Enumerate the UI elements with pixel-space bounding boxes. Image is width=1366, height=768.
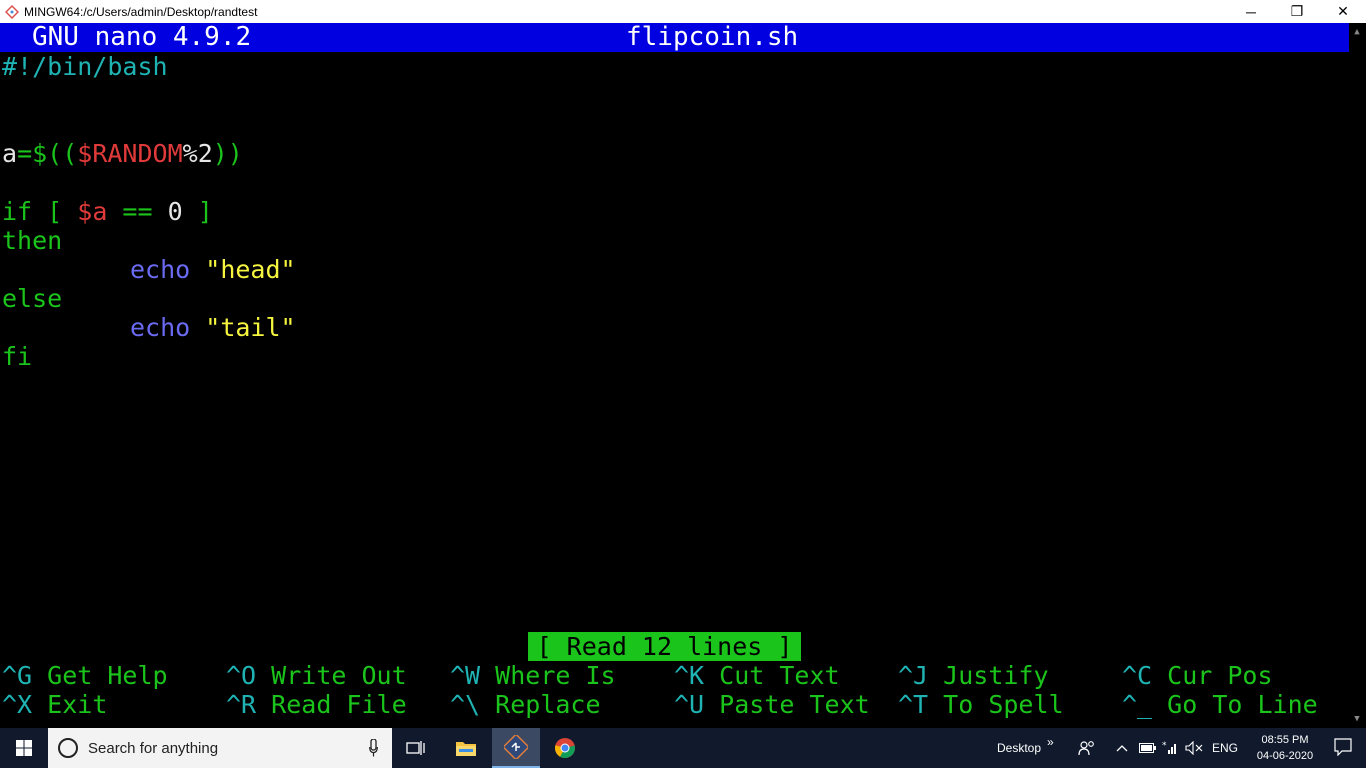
code-line: fi (2, 342, 33, 371)
code-token: a (2, 139, 18, 168)
shortcut-key: ^R (226, 690, 257, 719)
chrome-icon[interactable] (541, 728, 589, 768)
shortcut-label: Paste Text (719, 690, 870, 719)
file-explorer-icon[interactable] (442, 728, 490, 768)
shortcut-key: ^K (674, 661, 705, 690)
battery-icon[interactable] (1139, 728, 1157, 768)
shortcut-key: ^U (674, 690, 705, 719)
code-token: "tail" (205, 313, 296, 342)
shortcut-key: ^C (1122, 661, 1153, 690)
code-line: #!/bin/bash (2, 52, 168, 81)
shortcut-label: Replace (495, 690, 601, 719)
shortcut-to-spell[interactable]: ^T To Spell (898, 690, 1064, 719)
windows-logo-icon (16, 740, 32, 756)
code-line: else (2, 284, 63, 313)
shortcut-label: Write Out (271, 661, 407, 690)
people-icon[interactable] (1078, 728, 1096, 768)
shortcut-justify[interactable]: ^J Justify (898, 661, 1049, 690)
close-button[interactable]: ✕ (1320, 0, 1366, 23)
scroll-down-icon[interactable]: ▼ (1352, 714, 1362, 724)
code-line: echo "tail" (2, 313, 296, 342)
scroll-up-icon[interactable]: ▲ (1352, 27, 1362, 37)
shortcut-go-to-line[interactable]: ^_ Go To Line (1122, 690, 1318, 719)
scrollbar[interactable]: ▲ ▼ (1349, 23, 1366, 728)
minimize-button[interactable]: ─ (1228, 0, 1274, 23)
shortcut-cut-text[interactable]: ^K Cut Text (674, 661, 840, 690)
shortcut-label: To Spell (943, 690, 1064, 719)
code-token: echo (130, 255, 191, 284)
shortcut-read-file[interactable]: ^R Read File (226, 690, 407, 719)
shortcut-label: Cut Text (719, 661, 840, 690)
desktop-toolbar[interactable]: Desktop » (997, 728, 1054, 768)
code-line: if [ $a == 0 ] (2, 197, 213, 226)
system-clock[interactable]: 08:55 PM 04-06-2020 (1250, 732, 1320, 764)
nano-header: GNU nano 4.9.2 flipcoin.sh (0, 23, 1349, 52)
shortcut-key: ^G (2, 661, 33, 690)
shortcut-label: Read File (271, 690, 407, 719)
shortcut-label: Cur Pos (1167, 661, 1273, 690)
language-indicator[interactable]: ENG (1212, 728, 1238, 768)
task-view-icon[interactable] (392, 728, 440, 768)
code-token: $RANDOM (77, 139, 183, 168)
code-token: $a (77, 197, 108, 226)
shortcut-key: ^X (2, 690, 33, 719)
shortcut-exit[interactable]: ^X Exit (2, 690, 107, 719)
git-bash-icon (4, 4, 20, 20)
shortcut-key: ^O (226, 661, 257, 690)
clock-time: 08:55 PM (1261, 734, 1309, 746)
shortcut-where-is[interactable]: ^W Where Is (450, 661, 616, 690)
code-token: "head" (205, 255, 296, 284)
volume-muted-icon[interactable] (1185, 728, 1203, 768)
shortcut-key: ^_ (1122, 690, 1153, 719)
shortcut-label: Get Help (47, 661, 168, 690)
code-token: == (107, 197, 168, 226)
code-token: ] (182, 197, 213, 226)
code-token: %2 (182, 139, 213, 168)
code-token: if [ (2, 197, 78, 226)
shortcut-write-out[interactable]: ^O Write Out (226, 661, 407, 690)
code-line: then (2, 226, 63, 255)
search-placeholder: Search for anything (88, 739, 219, 757)
shortcut-key: ^J (898, 661, 929, 690)
code-token: echo (130, 313, 191, 342)
file-name: flipcoin.sh (626, 22, 799, 52)
shortcut-key: ^W (450, 661, 481, 690)
network-icon[interactable]: * (1162, 728, 1178, 768)
cortana-icon (58, 738, 78, 758)
git-bash-taskbar-icon[interactable] (492, 728, 540, 768)
code-token: )) (212, 139, 243, 168)
windows-start-button[interactable] (0, 728, 48, 768)
clock-date: 04-06-2020 (1256, 750, 1314, 762)
taskbar: Search for anything Desktop » * ENG 08:5… (0, 728, 1366, 768)
desktop-label: Desktop (997, 741, 1042, 755)
status-message: [ Read 12 lines ] (528, 632, 801, 661)
terminal[interactable]: GNU nano 4.9.2 flipcoin.sh #!/bin/bash a… (0, 23, 1366, 728)
microphone-icon[interactable] (369, 739, 378, 757)
shortcut-label: Go To Line (1167, 690, 1318, 719)
maximize-button[interactable]: ❐ (1274, 0, 1320, 23)
shortcut-replace[interactable]: ^\ Replace (450, 690, 601, 719)
shortcut-label: Exit (47, 690, 108, 719)
code-line: a=$(($RANDOM%2)) (2, 139, 243, 168)
code-token: 0 (167, 197, 183, 226)
shortcut-get-help[interactable]: ^G Get Help (2, 661, 168, 690)
window-title: MINGW64:/c/Users/admin/Desktop/randtest (24, 4, 258, 19)
shortcut-label: Where Is (495, 661, 616, 690)
taskbar-search-box[interactable]: Search for anything (48, 728, 392, 768)
chevron-up-icon[interactable] (1116, 728, 1128, 768)
svg-text:*: * (1162, 741, 1167, 751)
shortcut-label: Justify (943, 661, 1049, 690)
shortcut-key: ^T (898, 690, 929, 719)
shortcut-paste-text[interactable]: ^U Paste Text (674, 690, 870, 719)
shortcut-key: ^\ (450, 690, 481, 719)
shortcut-cur-pos[interactable]: ^C Cur Pos (1122, 661, 1273, 690)
code-line: echo "head" (2, 255, 296, 284)
code-token: =$(( (17, 139, 78, 168)
window-title-bar: MINGW64:/c/Users/admin/Desktop/randtest … (0, 0, 1366, 23)
nano-version: GNU nano 4.9.2 (32, 22, 252, 52)
chevron-right-icon[interactable]: » (1047, 735, 1054, 749)
notification-center-icon[interactable] (1334, 738, 1352, 756)
